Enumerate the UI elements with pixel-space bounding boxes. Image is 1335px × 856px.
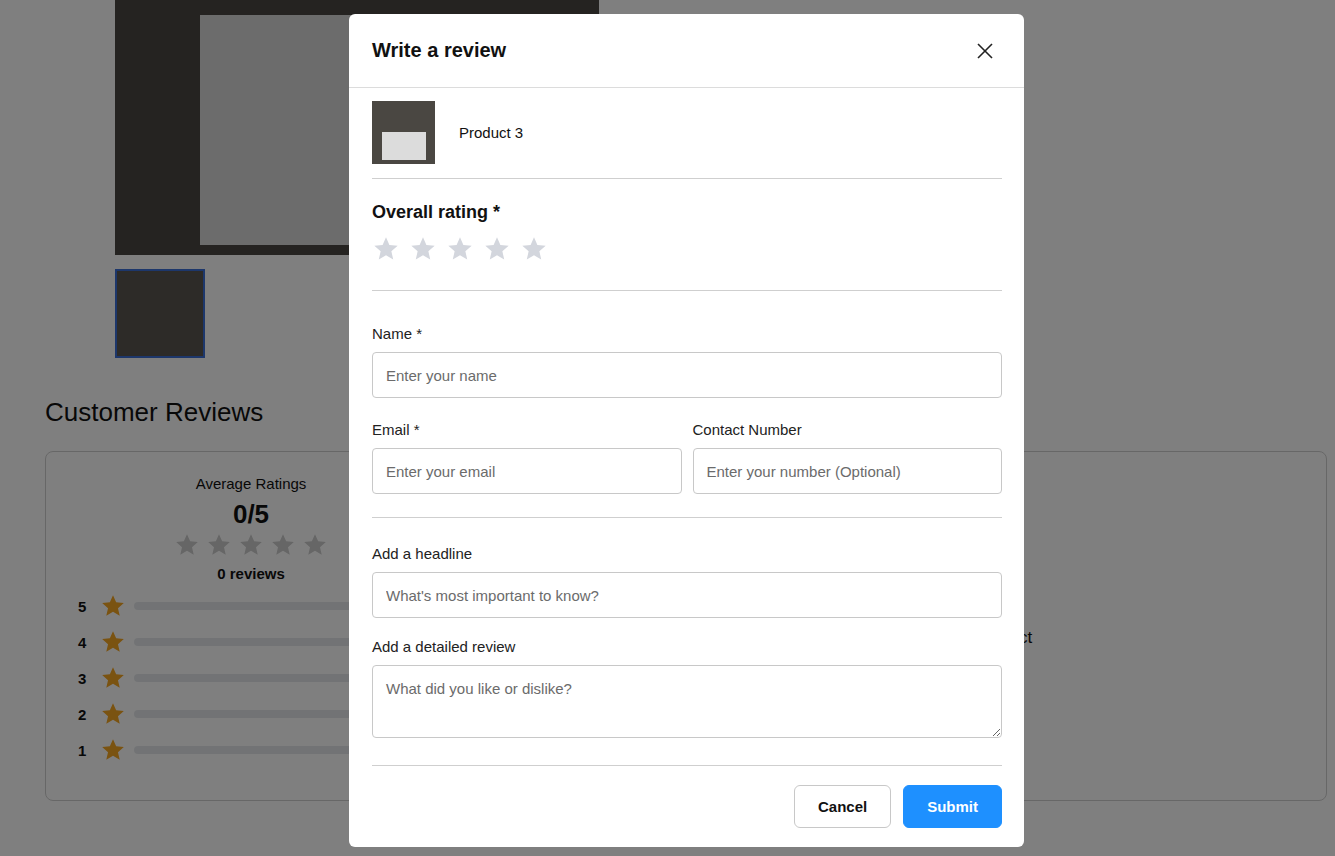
field-label: Add a headline <box>372 544 1002 564</box>
product-row: Product 3 <box>372 88 1002 179</box>
product-page: Customer ReviewsAverage Ratings0/50 revi… <box>0 0 1335 856</box>
modal-header: Write a review <box>349 14 1024 88</box>
text-input[interactable] <box>372 352 1002 398</box>
primary-button[interactable]: Submit <box>903 785 1002 828</box>
form-field: Name * <box>372 324 1002 398</box>
product-image <box>372 101 435 164</box>
form-section: Name * Email * Contact Number <box>372 291 1002 518</box>
form-field: Contact Number <box>693 420 1003 494</box>
product-name: Product 3 <box>459 124 523 141</box>
form-section: Add a headline Add a detailed review <box>372 518 1002 766</box>
field-label: Email * <box>372 420 682 440</box>
text-input[interactable] <box>372 448 682 494</box>
star-icon[interactable] <box>483 235 511 263</box>
modal-footer: Cancel Submit <box>372 766 1002 847</box>
form-row: Name * <box>372 324 1002 398</box>
modal-overlay[interactable]: Write a review Product 3 Overall rating * N… <box>0 0 1335 856</box>
form-row: Email * Contact Number <box>372 420 1002 494</box>
star-icon[interactable] <box>520 235 548 263</box>
field-label: Contact Number <box>693 420 1003 440</box>
close-icon[interactable] <box>975 41 995 61</box>
form-row: Add a detailed review <box>372 637 1002 738</box>
rating-label: Overall rating * <box>372 201 1002 223</box>
secondary-button[interactable]: Cancel <box>794 785 891 828</box>
rating-section: Overall rating * <box>372 179 1002 291</box>
field-label: Name * <box>372 324 1002 344</box>
review-textarea[interactable] <box>372 665 1002 738</box>
modal-title: Write a review <box>372 39 506 62</box>
form-field: Add a detailed review <box>372 637 1002 738</box>
rating-stars[interactable] <box>372 235 1002 263</box>
star-icon[interactable] <box>372 235 400 263</box>
text-input[interactable] <box>693 448 1003 494</box>
text-input[interactable] <box>372 572 1002 618</box>
star-icon[interactable] <box>446 235 474 263</box>
form-field: Email * <box>372 420 682 494</box>
field-label: Add a detailed review <box>372 637 1002 657</box>
form-field: Add a headline <box>372 544 1002 618</box>
star-icon[interactable] <box>409 235 437 263</box>
form-row: Add a headline <box>372 544 1002 618</box>
review-modal: Write a review Product 3 Overall rating * N… <box>349 14 1024 847</box>
